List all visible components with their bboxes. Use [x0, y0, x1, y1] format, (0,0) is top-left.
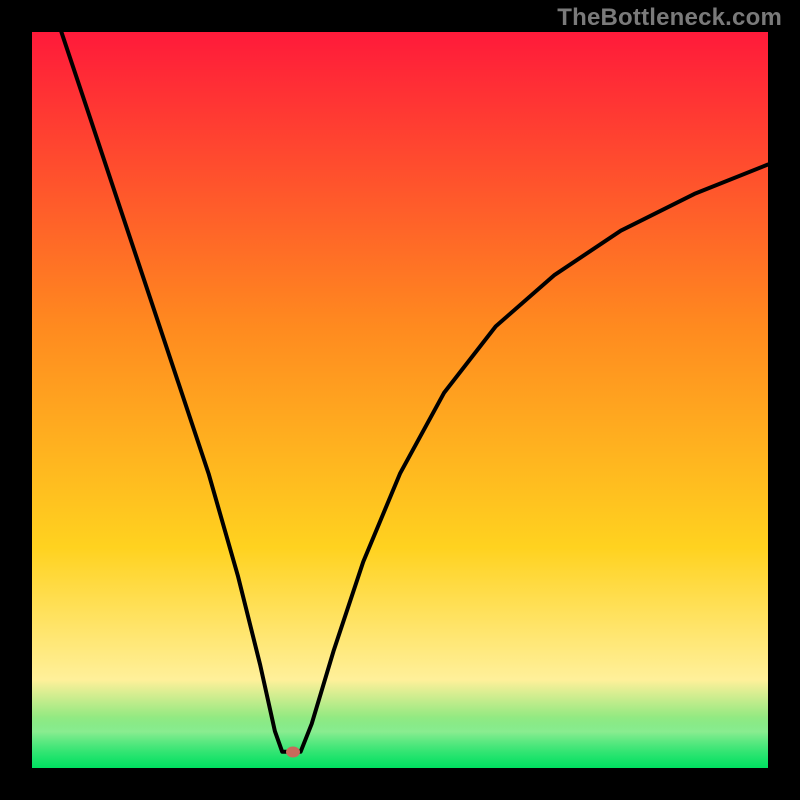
- plot-area: [32, 32, 768, 768]
- chart-frame: TheBottleneck.com: [0, 0, 800, 800]
- optimum-dot-icon: [286, 746, 300, 757]
- watermark-text: TheBottleneck.com: [557, 4, 782, 32]
- bottleneck-curve: [32, 32, 768, 768]
